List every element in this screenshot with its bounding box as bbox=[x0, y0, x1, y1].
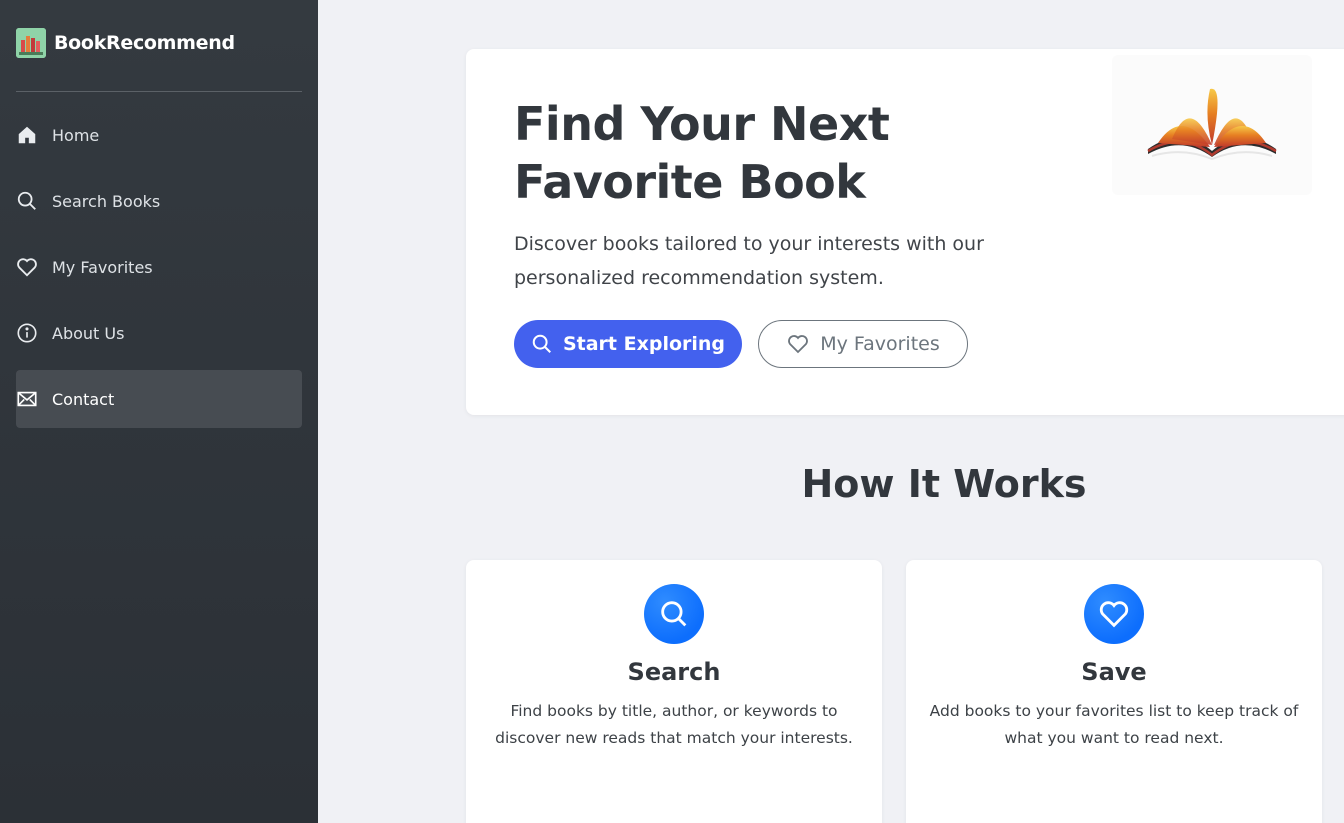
home-icon bbox=[16, 124, 38, 146]
sidebar-item-label: Contact bbox=[52, 389, 115, 409]
sidebar-item-contact[interactable]: Contact bbox=[16, 370, 302, 428]
sidebar-item-my-favorites[interactable]: My Favorites bbox=[16, 238, 302, 296]
my-favorites-label: My Favorites bbox=[820, 333, 940, 355]
feature-card-description: Find books by title, author, or keywords… bbox=[495, 702, 853, 747]
search-icon bbox=[16, 190, 38, 212]
brand-logo-icon bbox=[16, 28, 46, 58]
feature-card-search: Search Find books by title, author, or k… bbox=[466, 560, 882, 823]
hero-description: Discover books tailored to your interest… bbox=[514, 233, 984, 289]
how-it-works-title: How It Works bbox=[801, 462, 1087, 506]
start-exploring-label: Start Exploring bbox=[562, 333, 726, 355]
sidebar-item-label: My Favorites bbox=[52, 257, 153, 277]
info-icon bbox=[16, 322, 38, 344]
envelope-icon bbox=[16, 388, 38, 410]
sidebar: BookRecommend Home Search Books My Favor… bbox=[0, 0, 318, 823]
brand[interactable]: BookRecommend bbox=[16, 28, 235, 58]
app-root: BookRecommend Home Search Books My Favor… bbox=[0, 0, 1344, 823]
feature-card-title: Save bbox=[1081, 658, 1147, 686]
start-exploring-button[interactable]: Start Exploring bbox=[514, 320, 742, 368]
hero-card: Find Your Next Favorite Book Discover bo… bbox=[466, 49, 1344, 415]
sidebar-item-about-us[interactable]: About Us bbox=[16, 304, 302, 362]
sidebar-item-label: Home bbox=[52, 125, 100, 145]
sidebar-item-label: Search Books bbox=[52, 191, 161, 211]
hero-title: Find Your Next Favorite Book bbox=[514, 97, 890, 209]
open-book-image bbox=[1112, 55, 1312, 195]
search-icon bbox=[644, 584, 704, 644]
sidebar-item-search-books[interactable]: Search Books bbox=[16, 172, 302, 230]
feature-card-description: Add books to your favorites list to keep… bbox=[929, 702, 1299, 747]
sidebar-divider bbox=[16, 91, 302, 92]
brand-name: BookRecommend bbox=[54, 32, 235, 54]
sidebar-nav: Home Search Books My Favorites About Us bbox=[16, 106, 302, 436]
heart-icon bbox=[788, 335, 809, 354]
feature-card-save: Save Add books to your favorites list to… bbox=[906, 560, 1322, 823]
heart-icon bbox=[16, 256, 38, 278]
heart-icon bbox=[1084, 584, 1144, 644]
feature-card-title: Search bbox=[627, 658, 721, 686]
sidebar-item-home[interactable]: Home bbox=[16, 106, 302, 164]
my-favorites-button[interactable]: My Favorites bbox=[758, 320, 968, 368]
sidebar-item-label: About Us bbox=[52, 323, 125, 343]
search-icon bbox=[532, 334, 551, 353]
